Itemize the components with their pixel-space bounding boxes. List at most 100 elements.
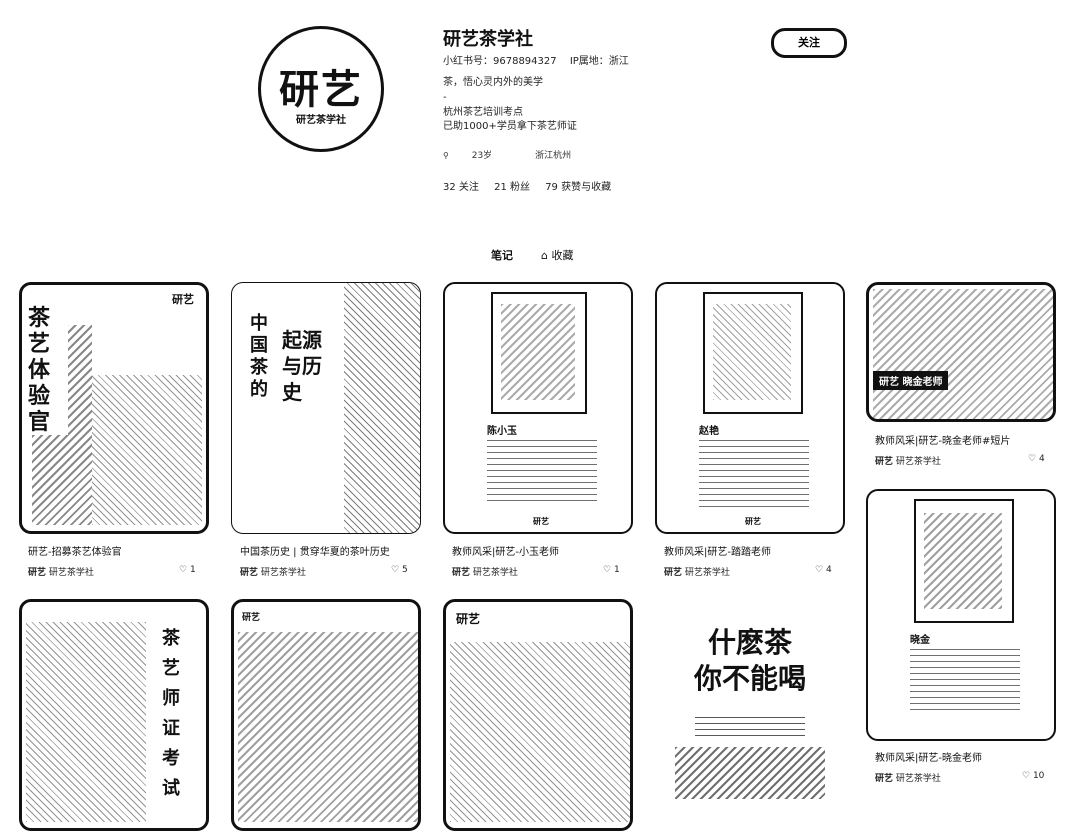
note-title[interactable]: 教师风采|研艺-踏踏老师 <box>664 543 771 558</box>
note-author[interactable]: 研艺 研艺茶学社 <box>875 771 941 784</box>
cover-illustration <box>92 375 202 525</box>
cover-illustration <box>450 642 630 822</box>
profile-stats: 32 关注 21 粉丝 79 获赞与收藏 <box>443 178 623 193</box>
location-tag: 浙江杭州 <box>535 151 572 161</box>
cover-title: 起源与历史 <box>282 328 322 404</box>
note-cover[interactable]: 茶艺师证考试 <box>19 599 209 831</box>
tab-collections-label: 收藏 <box>551 249 574 262</box>
age-tag-label: 23岁 <box>471 151 493 161</box>
note-title[interactable]: 教师风采|研艺-晓金老师#短片 <box>875 432 1010 447</box>
author-name: 研艺茶学社 <box>472 568 518 578</box>
like-value: 4 <box>825 565 832 575</box>
note-author[interactable]: 研艺 研艺茶学社 <box>240 565 306 578</box>
tab-collections[interactable]: ⌂ 收藏 <box>541 247 573 263</box>
like-value: 1 <box>613 565 620 575</box>
heart-icon: ♡ <box>1028 454 1037 464</box>
bio-line: - <box>443 92 447 103</box>
likes-collects-count: 79 获赞与收藏 <box>545 182 612 193</box>
followers-count[interactable]: 21 粉丝 <box>494 182 530 193</box>
note-cover[interactable]: 中国茶的 起源与历史 <box>231 282 421 534</box>
author-name: 研艺茶学社 <box>684 568 730 578</box>
profile-id: 小红书号：9678894327 <box>443 56 557 67</box>
heart-icon: ♡ <box>391 565 400 575</box>
cover-portrait <box>703 292 803 414</box>
like-count[interactable]: ♡ 5 <box>391 565 408 575</box>
like-value: 5 <box>401 565 408 575</box>
note-title[interactable]: 教师风采|研艺-小玉老师 <box>452 543 559 558</box>
like-count[interactable]: ♡ 1 <box>603 565 620 575</box>
pin-icon: ⚲ <box>443 151 449 160</box>
note-author[interactable]: 研艺 研艺茶学社 <box>664 565 730 578</box>
like-count[interactable]: ♡ 4 <box>815 565 832 575</box>
avatar[interactable]: 研艺 研艺茶学社 <box>258 26 384 152</box>
note-author[interactable]: 研艺 研艺茶学社 <box>452 565 518 578</box>
cover-illustration <box>873 289 1053 419</box>
note-cover[interactable]: 研艺 晓金老师 <box>866 282 1056 422</box>
author-name: 研艺茶学社 <box>260 568 306 578</box>
author-name: 研艺茶学社 <box>48 568 94 578</box>
cover-illustration <box>26 622 146 822</box>
like-value: 10 <box>1032 771 1045 781</box>
author-name: 研艺茶学社 <box>895 774 941 784</box>
cover-banner: 研艺 晓金老师 <box>873 371 949 390</box>
note-card[interactable]: 茶艺师证考试 <box>19 599 209 831</box>
note-cover[interactable]: 茶艺体验官 研艺 <box>19 282 209 534</box>
avatar-sub-text: 研艺茶学社 <box>296 115 346 126</box>
cover-logo: 研艺 <box>456 610 481 627</box>
note-card[interactable]: 赵艳 研艺 教师风采|研艺-踏踏老师 研艺 研艺茶学社 ♡ 4 <box>655 282 845 582</box>
cover-illustration <box>924 513 1002 609</box>
cover-logo: 研艺 <box>172 293 194 306</box>
cover-title: 什麽茶 <box>707 626 792 659</box>
note-cover[interactable]: 赵艳 研艺 <box>655 282 845 534</box>
note-cover[interactable]: 什麽茶 你不能喝 <box>655 599 845 831</box>
profile-meta: 小红书号：9678894327 IP属地：浙江 <box>443 52 639 67</box>
cover-illustration <box>713 304 791 400</box>
note-card[interactable]: 陈小玉 研艺 教师风采|研艺-小玉老师 研艺 研艺茶学社 ♡ 1 <box>443 282 633 582</box>
cover-name: 陈小玉 <box>487 426 517 437</box>
note-title[interactable]: 研艺-招募茶艺体验官 <box>28 543 122 558</box>
note-card[interactable]: 研艺 <box>443 599 633 831</box>
bio-line: 茶，悟心灵内外的美学 <box>443 77 543 88</box>
cover-portrait <box>491 292 587 414</box>
cover-name: 晓金 <box>910 635 930 646</box>
like-value: 1 <box>189 565 196 575</box>
like-count[interactable]: ♡ 10 <box>1022 771 1044 781</box>
note-card[interactable]: 研艺 晓金老师 教师风采|研艺-晓金老师#短片 研艺 研艺茶学社 ♡ 4 <box>866 282 1056 472</box>
cover-text-lines <box>910 649 1020 715</box>
like-count[interactable]: ♡ 1 <box>179 565 196 575</box>
cover-logo: 研艺 <box>242 610 261 623</box>
note-card[interactable]: 茶艺体验官 研艺 研艺-招募茶艺体验官 研艺 研艺茶学社 ♡ 1 <box>19 282 209 582</box>
note-card[interactable]: 晓金 教师风采|研艺-晓金老师 研艺 研艺茶学社 ♡ 10 <box>866 489 1056 789</box>
heart-icon: ♡ <box>179 565 188 575</box>
age-tag: ⚲ 23岁 <box>443 151 515 161</box>
note-card[interactable]: 中国茶的 起源与历史 中国茶历史 | 贯穿华夏的茶叶历史 研艺 研艺茶学社 ♡ … <box>231 282 421 582</box>
like-value: 4 <box>1038 454 1045 464</box>
note-card[interactable]: 研艺 <box>231 599 421 831</box>
note-cover[interactable]: 研艺 <box>231 599 421 831</box>
note-cover[interactable]: 陈小玉 研艺 <box>443 282 633 534</box>
note-cover[interactable]: 研艺 <box>443 599 633 831</box>
note-cover[interactable]: 晓金 <box>866 489 1056 741</box>
cover-title: 中国茶的 <box>250 313 268 400</box>
cover-text-lines <box>487 440 597 502</box>
heart-icon: ♡ <box>603 565 612 575</box>
following-count[interactable]: 32 关注 <box>443 182 479 193</box>
bio-line: 杭州茶艺培训考点 <box>443 107 523 118</box>
bio-line: 已助1000+学员拿下茶艺师证 <box>443 121 577 132</box>
note-card[interactable]: 什麽茶 你不能喝 <box>655 599 845 831</box>
cover-text-lines <box>695 717 805 741</box>
note-author[interactable]: 研艺 研艺茶学社 <box>28 565 94 578</box>
cover-illustration <box>344 283 420 533</box>
heart-icon: ♡ <box>1022 771 1031 781</box>
follow-button[interactable]: 关注 <box>771 28 847 58</box>
note-title[interactable]: 中国茶历史 | 贯穿华夏的茶叶历史 <box>240 543 390 558</box>
tab-notes[interactable]: 笔记 <box>491 247 513 263</box>
note-author[interactable]: 研艺 研艺茶学社 <box>875 454 941 467</box>
cover-title: 茶艺体验官 <box>28 305 68 435</box>
cover-portrait <box>914 499 1014 623</box>
cover-illustration <box>675 747 825 799</box>
cover-title: 你不能喝 <box>693 662 806 695</box>
profile-tags: ⚲ 23岁 浙江杭州 <box>443 148 591 161</box>
note-title[interactable]: 教师风采|研艺-晓金老师 <box>875 749 982 764</box>
like-count[interactable]: ♡ 4 <box>1028 454 1045 464</box>
